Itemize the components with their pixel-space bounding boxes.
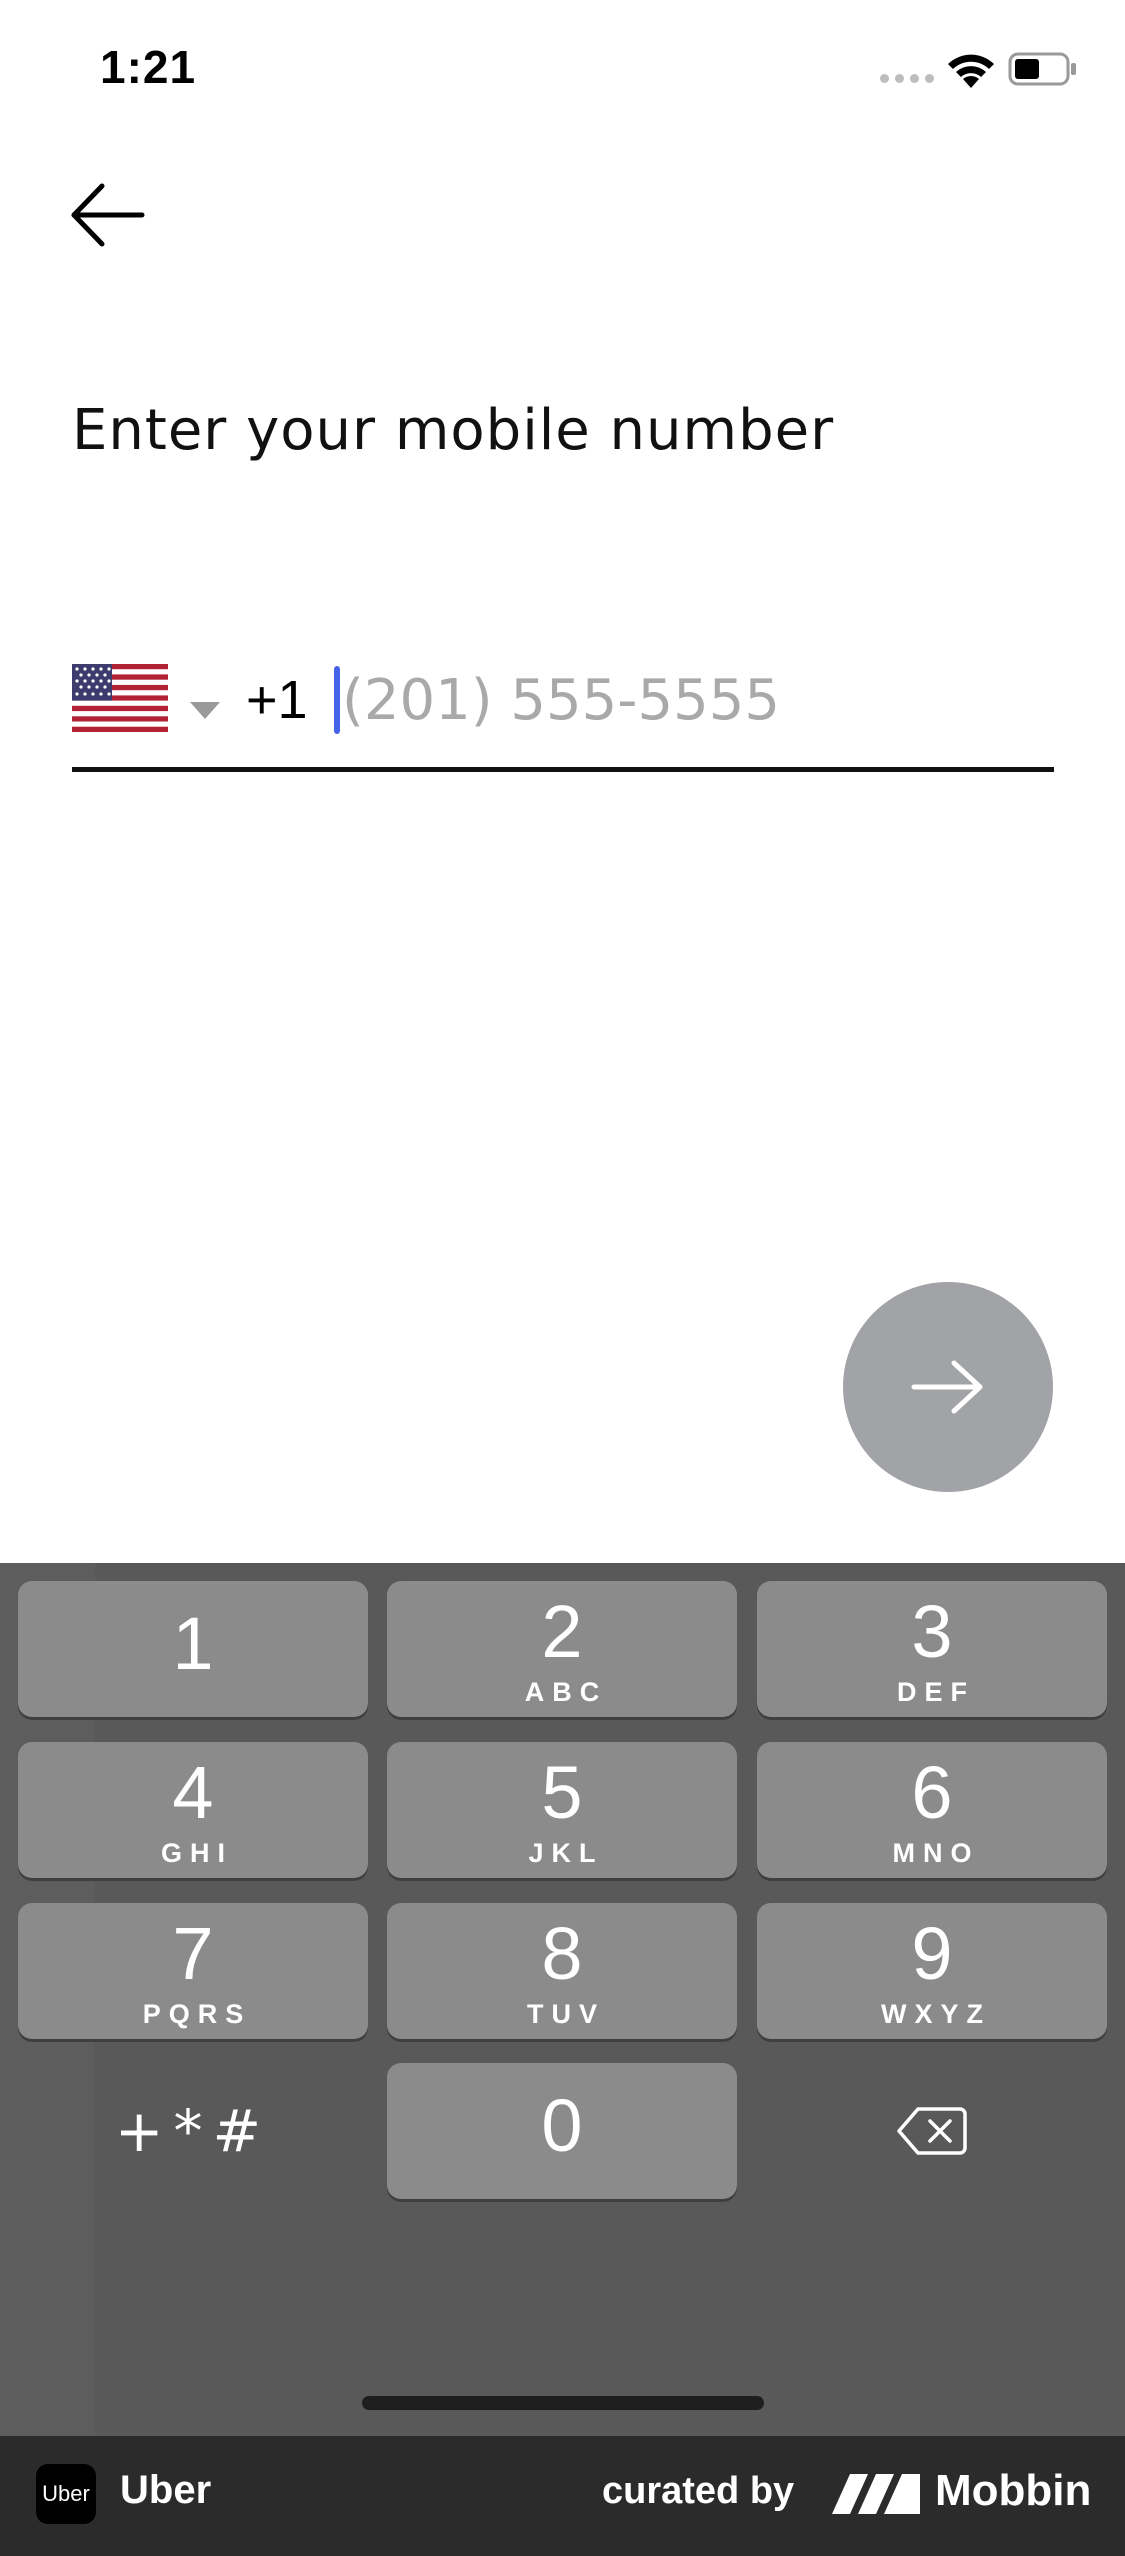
phone-number-field: +1 (72, 650, 1054, 772)
country-selector[interactable] (72, 664, 232, 736)
key-0[interactable]: 0 (387, 2063, 737, 2199)
key-letters: PQRS (142, 1999, 252, 2029)
signal-dots-icon (880, 74, 934, 83)
key-3[interactable]: 3 DEF (757, 1581, 1107, 1717)
key-digit: 5 (541, 1751, 583, 1834)
status-time: 1:21 (100, 41, 197, 93)
key-5[interactable]: 5 JKL (387, 1742, 737, 1878)
backspace-icon (897, 2107, 967, 2155)
key-9[interactable]: 9 WXYZ (757, 1903, 1107, 2039)
key-letters: MNO (892, 1838, 980, 1868)
key-letters: TUV (527, 1999, 605, 2029)
wifi-icon (948, 54, 994, 88)
us-flag-icon (72, 664, 168, 732)
next-button[interactable] (843, 1282, 1053, 1492)
key-digit: 6 (911, 1751, 953, 1834)
key-letters: WXYZ (881, 1999, 991, 2029)
key-letters: DEF (897, 1677, 975, 1707)
footer-bar: Uber Uber curated by Mobbin (0, 2436, 1125, 2556)
key-digit: 3 (911, 1590, 953, 1673)
key-2[interactable]: 2 ABC (387, 1581, 737, 1717)
mobbin-name: Mobbin (935, 2466, 1092, 2515)
app-name: Uber (120, 2468, 212, 2512)
key-4[interactable]: 4 GHI (18, 1742, 368, 1878)
key-digit: 9 (911, 1912, 953, 1995)
page-title: Enter your mobile number (72, 398, 835, 463)
key-digit: 7 (172, 1912, 214, 1995)
mobbin-logo-icon (832, 2474, 920, 2514)
arrow-right-icon (911, 1360, 983, 1414)
key-letters: GHI (160, 1838, 233, 1868)
key-digit: 8 (541, 1912, 583, 1995)
arrow-left-icon (71, 183, 145, 247)
key-letters: JKL (528, 1838, 604, 1868)
key-6[interactable]: 6 MNO (757, 1742, 1107, 1878)
key-digit: 0 (541, 2084, 583, 2167)
phone-input[interactable] (334, 660, 1034, 740)
key-letters: ABC (524, 1677, 608, 1707)
battery-icon (1008, 52, 1076, 86)
dial-code: +1 (246, 670, 308, 730)
delete-key[interactable] (757, 2063, 1107, 2199)
curated-label: curated by (602, 2470, 795, 2512)
key-8[interactable]: 8 TUV (387, 1903, 737, 2039)
status-bar: 1:21 (0, 0, 1125, 140)
chevron-down-icon (190, 702, 220, 719)
key-digit: 2 (541, 1590, 583, 1673)
key-digit: 1 (172, 1602, 214, 1685)
key-7[interactable]: 7 PQRS (18, 1903, 368, 2039)
key-digit: 4 (172, 1751, 214, 1834)
back-button[interactable] (70, 180, 150, 250)
symbols-key[interactable]: +*# (18, 2063, 368, 2199)
key-1[interactable]: 1 (18, 1581, 368, 1717)
app-logo: Uber (36, 2464, 96, 2524)
home-indicator[interactable] (362, 2396, 764, 2410)
